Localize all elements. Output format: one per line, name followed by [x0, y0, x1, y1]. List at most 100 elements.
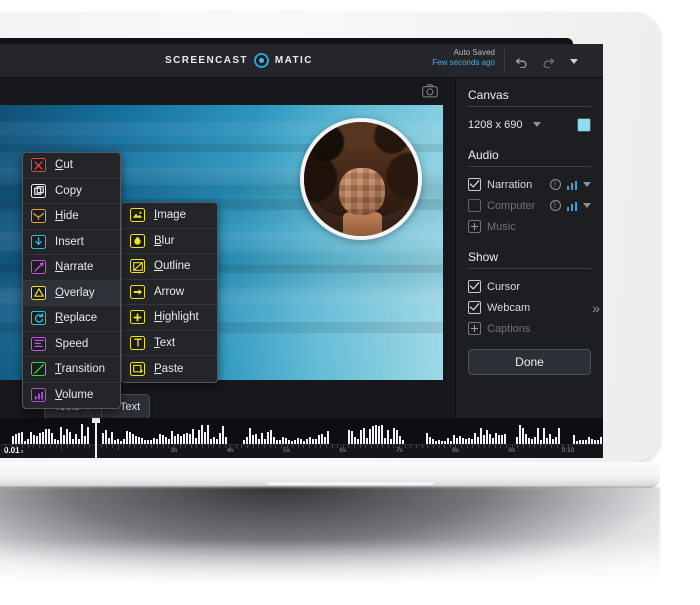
- audio-row-narration[interactable]: Narration!: [468, 174, 591, 195]
- tools-menu-item-label: Volume: [55, 389, 94, 402]
- redo-button[interactable]: [537, 51, 559, 71]
- overlay-submenu-item-highlight[interactable]: Highlight: [122, 305, 217, 331]
- time-tick-mark: [506, 445, 508, 448]
- done-button[interactable]: Done: [468, 349, 591, 375]
- time-tick-mark: [106, 445, 108, 448]
- show-row-webcam[interactable]: Webcam: [468, 297, 591, 318]
- time-tick-mark: [140, 445, 142, 448]
- plus-icon[interactable]: [468, 220, 481, 233]
- checkbox-webcam[interactable]: [468, 301, 481, 314]
- hide-icon: [31, 209, 46, 224]
- warning-icon[interactable]: !: [549, 179, 561, 190]
- tools-menu-item-narrate[interactable]: Narrate: [23, 255, 120, 281]
- blur-icon: [130, 233, 145, 248]
- show-row-label: Cursor: [487, 280, 521, 293]
- show-row-label: Webcam: [487, 301, 531, 314]
- tools-menu-item-label: Transition: [55, 363, 106, 376]
- time-tick-mark: [354, 445, 356, 448]
- show-row-captions[interactable]: Captions: [468, 318, 591, 339]
- audio-row-computer[interactable]: Computer!: [468, 195, 591, 216]
- time-tick-mark: [421, 445, 423, 448]
- time-tick-mark: [218, 445, 220, 448]
- time-tick-mark: [511, 445, 513, 450]
- time-tick-mark: [438, 445, 440, 448]
- time-tick-mark: [292, 445, 294, 448]
- checkbox-narration[interactable]: [468, 178, 481, 191]
- double-chevron-right-icon[interactable]: »: [592, 300, 600, 316]
- overlay-submenu-item-outline[interactable]: Outline: [122, 254, 217, 280]
- time-tick-mark: [517, 445, 519, 448]
- tools-menu-item-label: Overlay: [55, 286, 95, 299]
- time-tick-mark: [545, 445, 547, 448]
- tools-menu-item-overlay[interactable]: Overlay: [23, 280, 120, 306]
- time-tick-mark: [224, 445, 226, 448]
- toolbar-divider: [504, 49, 505, 73]
- playhead-handle[interactable]: [91, 418, 100, 423]
- time-tick-mark: [38, 445, 40, 448]
- overlay-submenu-item-text[interactable]: Text: [122, 331, 217, 356]
- properties-sidebar: Canvas 1208 x 690 Audio Narration! Comput…: [455, 78, 603, 418]
- tools-menu-item-transition[interactable]: Transition: [23, 357, 120, 383]
- time-tick-mark: [483, 445, 485, 448]
- overlay-submenu-item-blur[interactable]: Blur: [122, 229, 217, 254]
- tools-menu-item-insert[interactable]: Insert: [23, 230, 120, 255]
- tools-menu-item-volume[interactable]: Volume: [23, 383, 120, 409]
- time-tick-mark: [5, 445, 6, 450]
- canvas-color-swatch[interactable]: [577, 117, 591, 132]
- time-tick-mark: [89, 445, 91, 448]
- caret-down-icon[interactable]: [583, 203, 591, 208]
- tools-menu-item-hide[interactable]: Hide: [23, 204, 120, 230]
- screencast-o-matic-editor: SCREENCAST MATIC Auto Saved Few seconds …: [0, 44, 603, 458]
- tools-menu-item-cut[interactable]: Cut: [23, 153, 120, 179]
- canvas-size-row[interactable]: 1208 x 690: [468, 114, 591, 135]
- caret-down-icon[interactable]: [583, 182, 591, 187]
- current-time-readout: 0.01 s: [4, 446, 23, 455]
- time-tick-mark: [111, 445, 113, 448]
- tools-menu-item-speed[interactable]: Speed: [23, 332, 120, 357]
- brand-logo: SCREENCAST MATIC: [165, 53, 313, 68]
- audio-row-label: Music: [487, 220, 516, 233]
- time-tick-mark: [297, 445, 299, 448]
- time-tick-mark: [466, 445, 468, 448]
- arrow-icon: [130, 284, 145, 299]
- time-tick-mark: [33, 445, 35, 448]
- undo-button[interactable]: [511, 51, 533, 71]
- checkbox-computer[interactable]: [468, 199, 481, 212]
- divider: [468, 268, 591, 269]
- time-tick-mark: [247, 445, 249, 448]
- time-tick-mark: [455, 445, 457, 450]
- time-tick-mark: [10, 445, 12, 448]
- time-tick-mark: [494, 445, 496, 448]
- canvas-size-value: 1208 x 690: [468, 118, 523, 131]
- audio-row-music[interactable]: Music: [468, 216, 591, 237]
- timeline[interactable]: 0.01 s 3s 4s 5s 6s 7s 8s 9s 0:10: [0, 418, 603, 458]
- time-tick-mark: [399, 445, 401, 450]
- outline-icon: [130, 259, 145, 274]
- tools-menu-item-copy[interactable]: Copy: [23, 179, 120, 204]
- copy-icon: [31, 183, 46, 198]
- audio-waveform[interactable]: [0, 418, 603, 444]
- overlay-submenu-item-image[interactable]: Image: [122, 203, 217, 229]
- audio-section-title: Audio: [468, 148, 499, 162]
- webcam-bubble[interactable]: [300, 118, 422, 240]
- warning-icon[interactable]: !: [549, 200, 561, 211]
- time-ruler[interactable]: 0.01 s 3s 4s 5s 6s 7s 8s 9s 0:10: [0, 444, 603, 458]
- tools-menu-item-label: Cut: [55, 159, 73, 172]
- time-tick-mark: [157, 445, 158, 448]
- plus-icon[interactable]: [468, 322, 481, 335]
- time-tick-mark: [83, 445, 85, 448]
- more-options-button[interactable]: [563, 51, 585, 71]
- camera-icon[interactable]: [422, 84, 438, 103]
- playhead[interactable]: [91, 418, 100, 458]
- time-tick-mark: [325, 445, 327, 448]
- tools-menu-item-replace[interactable]: Replace: [23, 306, 120, 332]
- time-tick-mark: [275, 445, 277, 448]
- show-row-cursor[interactable]: Cursor: [468, 276, 591, 297]
- time-tick-mark: [44, 445, 46, 448]
- checkbox-cursor[interactable]: [468, 280, 481, 293]
- overlay-submenu-item-paste[interactable]: Paste: [122, 356, 217, 382]
- brand-name-left: SCREENCAST: [165, 55, 248, 66]
- time-tick-mark: [202, 445, 204, 448]
- overlay-submenu-item-arrow[interactable]: Arrow: [122, 280, 217, 305]
- overlay-submenu-item-label: Arrow: [154, 285, 185, 298]
